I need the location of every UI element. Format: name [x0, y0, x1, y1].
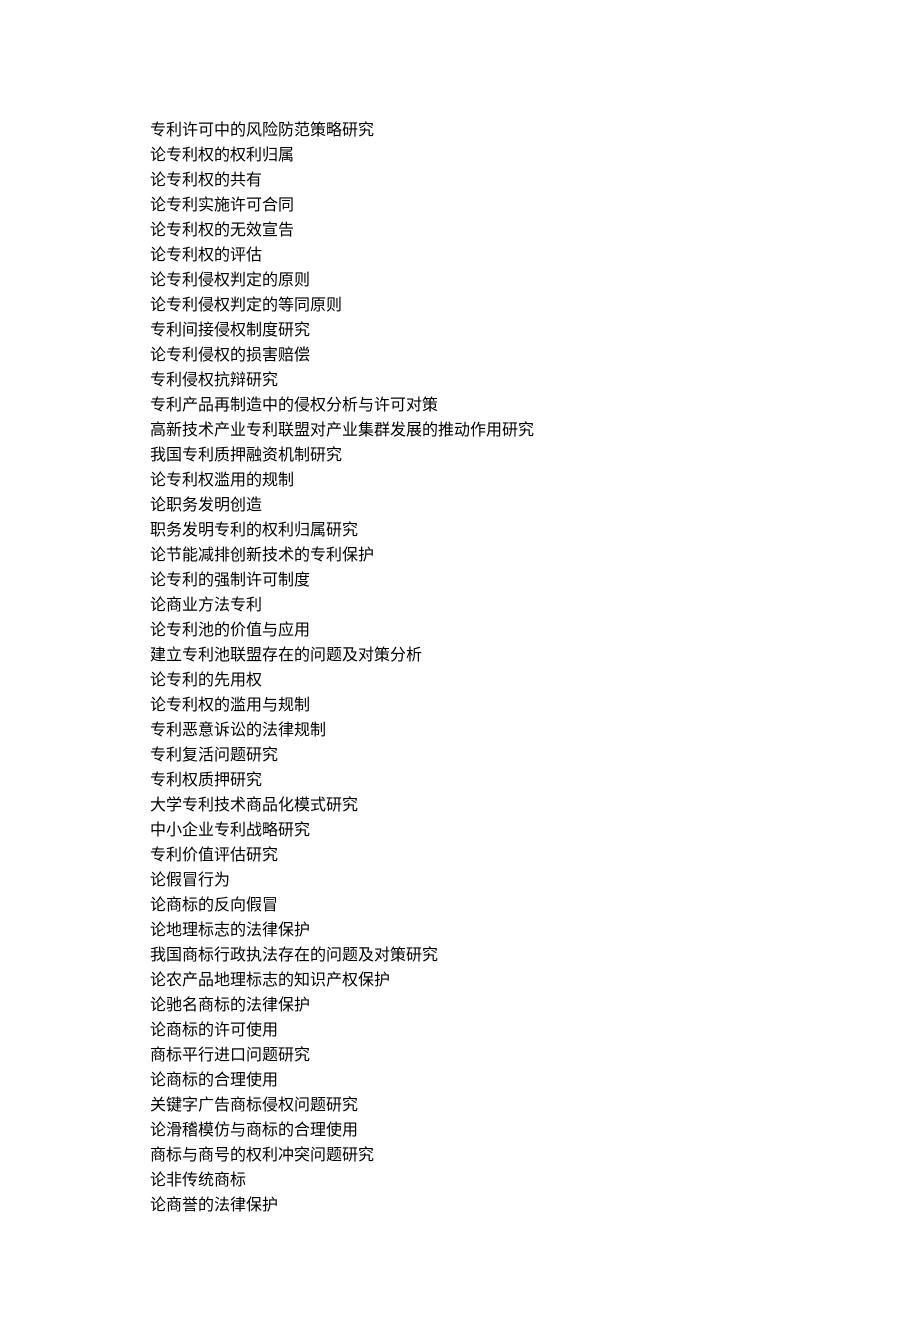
- list-item: 高新技术产业专利联盟对产业集群发展的推动作用研究: [150, 418, 770, 443]
- list-item: 论专利的先用权: [150, 668, 770, 693]
- list-item: 论专利权的评估: [150, 243, 770, 268]
- list-item: 专利复活问题研究: [150, 743, 770, 768]
- list-item: 专利恶意诉讼的法律规制: [150, 718, 770, 743]
- list-item: 论专利权的滥用与规制: [150, 693, 770, 718]
- list-item: 建立专利池联盟存在的问题及对策分析: [150, 643, 770, 668]
- list-item: 专利许可中的风险防范策略研究: [150, 118, 770, 143]
- list-item: 论非传统商标: [150, 1168, 770, 1193]
- list-item: 论专利实施许可合同: [150, 193, 770, 218]
- list-item: 论专利侵权的损害赔偿: [150, 343, 770, 368]
- list-item: 论专利权的共有: [150, 168, 770, 193]
- list-item: 论职务发明创造: [150, 493, 770, 518]
- list-item: 商标平行进口问题研究: [150, 1043, 770, 1068]
- list-item: 论专利池的价值与应用: [150, 618, 770, 643]
- list-item: 论商业方法专利: [150, 593, 770, 618]
- list-item: 关键字广告商标侵权问题研究: [150, 1093, 770, 1118]
- list-item: 论商标的反向假冒: [150, 893, 770, 918]
- list-item: 论驰名商标的法律保护: [150, 993, 770, 1018]
- list-item: 职务发明专利的权利归属研究: [150, 518, 770, 543]
- list-item: 专利间接侵权制度研究: [150, 318, 770, 343]
- list-item: 商标与商号的权利冲突问题研究: [150, 1143, 770, 1168]
- list-item: 我国专利质押融资机制研究: [150, 443, 770, 468]
- list-item: 论专利侵权判定的等同原则: [150, 293, 770, 318]
- list-item: 中小企业专利战略研究: [150, 818, 770, 843]
- list-item: 专利侵权抗辩研究: [150, 368, 770, 393]
- list-item: 我国商标行政执法存在的问题及对策研究: [150, 943, 770, 968]
- list-item: 论专利权的无效宣告: [150, 218, 770, 243]
- list-item: 论专利权滥用的规制: [150, 468, 770, 493]
- list-item: 大学专利技术商品化模式研究: [150, 793, 770, 818]
- list-item: 论地理标志的法律保护: [150, 918, 770, 943]
- list-item: 论商誉的法律保护: [150, 1193, 770, 1218]
- list-item: 论专利的强制许可制度: [150, 568, 770, 593]
- list-item: 论农产品地理标志的知识产权保护: [150, 968, 770, 993]
- list-item: 论节能减排创新技术的专利保护: [150, 543, 770, 568]
- list-item: 专利权质押研究: [150, 768, 770, 793]
- list-item: 论商标的合理使用: [150, 1068, 770, 1093]
- document-page: 专利许可中的风险防范策略研究 论专利权的权利归属 论专利权的共有 论专利实施许可…: [0, 0, 920, 1336]
- list-item: 论假冒行为: [150, 868, 770, 893]
- list-item: 论商标的许可使用: [150, 1018, 770, 1043]
- list-item: 论专利权的权利归属: [150, 143, 770, 168]
- list-item: 专利产品再制造中的侵权分析与许可对策: [150, 393, 770, 418]
- list-item: 专利价值评估研究: [150, 843, 770, 868]
- list-item: 论专利侵权判定的原则: [150, 268, 770, 293]
- list-item: 论滑稽模仿与商标的合理使用: [150, 1118, 770, 1143]
